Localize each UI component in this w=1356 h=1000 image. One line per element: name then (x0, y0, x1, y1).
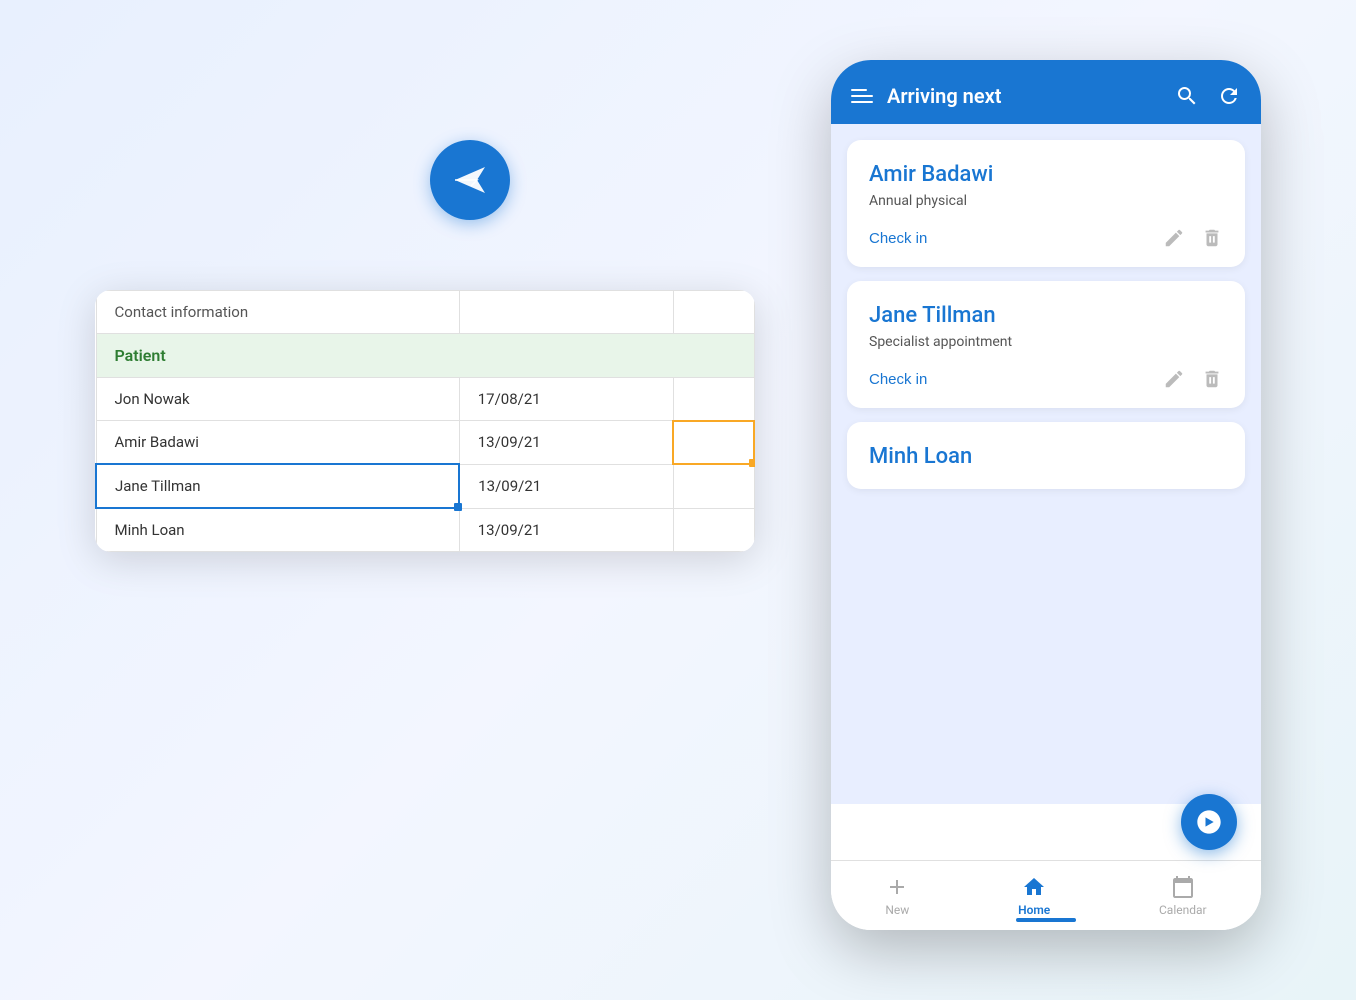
header-col2 (459, 291, 673, 334)
patient-card-2: Jane Tillman Specialist appointment Chec… (847, 281, 1245, 408)
nav-item-home[interactable]: Home (1018, 875, 1050, 917)
patient-name-2: Jane Tillman (869, 303, 1223, 328)
nav-label-new: New (885, 903, 909, 917)
table-row-selected[interactable]: Jane Tillman 13/09/21 (96, 464, 754, 508)
patient-card-1: Amir Badawi Annual physical Check in (847, 140, 1245, 267)
patient-date-cell: 13/09/21 (459, 508, 673, 552)
home-icon (1022, 875, 1046, 899)
header-col3 (673, 291, 754, 334)
calendar-icon (1171, 875, 1195, 899)
patient-extra-cell[interactable] (673, 508, 754, 552)
nav-label-calendar: Calendar (1159, 903, 1207, 917)
patient-appointment-1: Annual physical (869, 193, 1223, 209)
action-icons-1 (1163, 227, 1223, 249)
section-label: Patient (96, 334, 754, 378)
home-indicator (1016, 918, 1076, 922)
phone-status-bar (831, 60, 1261, 68)
phone-body: Amir Badawi Annual physical Check in Jan… (831, 124, 1261, 804)
patient-name-cell: Minh Loan (96, 508, 459, 552)
nav-item-calendar[interactable]: Calendar (1159, 875, 1207, 917)
patient-date-cell: 17/08/21 (459, 378, 673, 421)
edit-icon-2[interactable] (1163, 368, 1185, 390)
check-in-button-1[interactable]: Check in (869, 230, 927, 247)
patient-name-cell: Amir Badawi (96, 421, 459, 465)
patient-appointment-2: Specialist appointment (869, 334, 1223, 350)
patient-name-1: Amir Badawi (869, 162, 1223, 187)
app-logo (430, 140, 510, 220)
table-row[interactable]: Amir Badawi 13/09/21 (96, 421, 754, 465)
paper-plane-icon (449, 159, 491, 201)
patient-actions-2: Check in (869, 368, 1223, 390)
patient-extra-cell[interactable] (673, 464, 754, 508)
patient-date-cell: 13/09/21 (459, 464, 673, 508)
patient-extra-cell[interactable] (673, 378, 754, 421)
phone-mockup: Arriving next Amir Badawi Annual physica… (831, 60, 1261, 930)
patient-actions-1: Check in (869, 227, 1223, 249)
patient-extra-cell-selected[interactable] (673, 421, 754, 465)
phone-header-icons (1175, 84, 1241, 108)
nav-item-new[interactable]: New (885, 875, 909, 917)
edit-icon-1[interactable] (1163, 227, 1185, 249)
fab-button[interactable] (1181, 794, 1237, 804)
phone-header-left: Arriving next (851, 84, 1001, 108)
phone-header: Arriving next (831, 68, 1261, 124)
spreadsheet-table: Contact information Patient Jon Nowak 17… (95, 290, 755, 552)
spreadsheet-header-row: Contact information (96, 291, 754, 334)
delete-icon-2[interactable] (1201, 368, 1223, 390)
patient-name-3: Minh Loan (869, 444, 1223, 469)
plus-icon (885, 875, 909, 899)
action-icons-2 (1163, 368, 1223, 390)
patient-date-cell: 13/09/21 (459, 421, 673, 465)
patient-name-cell: Jon Nowak (96, 378, 459, 421)
table-row[interactable]: Minh Loan 13/09/21 (96, 508, 754, 552)
patient-card-3-partial: Minh Loan (847, 422, 1245, 489)
delete-icon-1[interactable] (1201, 227, 1223, 249)
search-icon[interactable] (1175, 84, 1199, 108)
nav-label-home: Home (1018, 903, 1050, 917)
table-row[interactable]: Jon Nowak 17/08/21 (96, 378, 754, 421)
spreadsheet-card: Contact information Patient Jon Nowak 17… (95, 290, 755, 552)
patient-name-cell-selected[interactable]: Jane Tillman (96, 464, 459, 508)
phone-title: Arriving next (887, 84, 1001, 108)
spreadsheet-section-row: Patient (96, 334, 754, 378)
header-col1: Contact information (96, 291, 459, 334)
refresh-icon[interactable] (1217, 84, 1241, 108)
check-in-button-2[interactable]: Check in (869, 371, 927, 388)
menu-icon[interactable] (851, 89, 873, 103)
